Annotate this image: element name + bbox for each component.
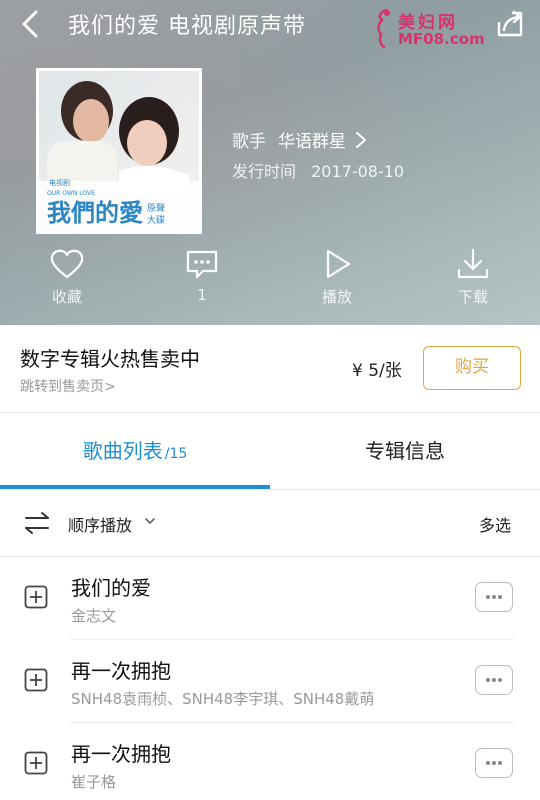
artist-label: 歌手	[232, 132, 266, 152]
cover-text-sub2: 大碟	[147, 214, 165, 226]
song-row[interactable]: 再一次拥抱 崔子格	[0, 723, 540, 800]
more-dot-icon	[498, 761, 502, 765]
release-info: 发行时间 2017-08-10	[232, 158, 404, 182]
tab-album-info-label: 专辑信息	[365, 439, 445, 463]
add-icon[interactable]	[24, 585, 48, 609]
play-icon	[326, 249, 351, 279]
album-cover-art: 电视剧 OUR OWN LOVE 我們的愛 原聲 大碟	[39, 71, 199, 231]
more-options-button[interactable]	[475, 665, 513, 695]
tab-song-list-label: 歌曲列表	[82, 439, 163, 463]
album-cover[interactable]: 电视剧 OUR OWN LOVE 我們的愛 原聲 大碟	[36, 68, 202, 234]
song-artist: 崔子格	[71, 773, 117, 791]
song-artist: SNH48袁雨桢、SNH48李宇琪、SNH48戴萌	[71, 690, 375, 708]
download-label: 下载	[457, 288, 488, 306]
more-dot-icon	[498, 678, 502, 682]
cover-text-sub1: 原聲	[147, 203, 165, 214]
add-icon[interactable]	[24, 668, 48, 692]
more-dot-icon	[486, 761, 490, 765]
artist-name: 华语群星	[278, 132, 346, 152]
song-count: /15	[164, 446, 188, 462]
comment-icon	[186, 250, 218, 279]
play-button[interactable]: 播放	[292, 248, 382, 318]
download-button[interactable]: 下载	[428, 248, 518, 318]
play-mode-selector[interactable]: 顺序播放	[68, 512, 132, 536]
comment-count: 1	[197, 286, 207, 304]
watermark-logo: 美妇网 MF08.com	[370, 6, 488, 50]
download-icon	[457, 248, 489, 279]
more-dot-icon	[486, 678, 490, 682]
release-date: 2017-08-10	[311, 162, 405, 181]
cover-text-small: 电视剧	[49, 178, 70, 187]
share-button[interactable]	[494, 8, 526, 40]
multi-select-button[interactable]: 多选	[479, 512, 511, 536]
watermark-text-bottom: MF08.com	[398, 30, 485, 48]
album-title: 我们的爱 电视剧原声带	[68, 14, 306, 39]
heart-icon	[50, 249, 84, 279]
tab-song-list[interactable]: 歌曲列表/15	[0, 413, 270, 490]
digital-album-promo: 数字专辑火热售卖中 跳转到售卖页> ¥ 5/张 购买	[0, 325, 540, 413]
playlist-toolbar: 顺序播放 多选	[0, 490, 540, 557]
sale-page-link[interactable]: 跳转到售卖页>	[20, 376, 116, 396]
more-options-button[interactable]	[475, 582, 513, 612]
song-artist: 金志文	[71, 607, 117, 625]
song-row[interactable]: 再一次拥抱 SNH48袁雨桢、SNH48李宇琪、SNH48戴萌	[0, 640, 540, 723]
favorite-button[interactable]: 收藏	[22, 248, 112, 318]
release-label: 发行时间	[232, 162, 297, 181]
comment-button[interactable]: 1	[157, 248, 247, 318]
song-title: 再一次拥抱	[71, 742, 171, 766]
more-dot-icon	[492, 761, 496, 765]
share-icon	[497, 10, 523, 37]
cover-text-en: OUR OWN LOVE	[47, 190, 95, 197]
more-dot-icon	[492, 595, 496, 599]
album-header: 我们的爱 电视剧原声带 美妇网 MF08.com 电视剧 OUR OWN LOV…	[0, 0, 540, 325]
song-title: 再一次拥抱	[71, 659, 171, 683]
album-tabs: 歌曲列表/15 专辑信息	[0, 413, 540, 490]
play-label: 播放	[321, 288, 352, 306]
promo-title: 数字专辑火热售卖中	[20, 347, 200, 371]
sequential-play-icon[interactable]	[24, 510, 50, 536]
more-options-button[interactable]	[475, 748, 513, 778]
more-dot-icon	[492, 678, 496, 682]
more-dot-icon	[498, 595, 502, 599]
chevron-down-icon[interactable]	[144, 517, 156, 525]
cover-text-main: 我們的愛	[47, 198, 143, 227]
favorite-label: 收藏	[51, 288, 82, 306]
back-button[interactable]	[14, 6, 50, 42]
back-arrow-icon	[22, 10, 38, 38]
artist-link[interactable]: 歌手 华语群星	[232, 127, 368, 152]
active-tab-indicator	[0, 485, 270, 489]
album-price: ¥ 5/张	[352, 361, 402, 381]
song-row[interactable]: 我们的爱 金志文	[0, 557, 540, 640]
watermark-figure-icon	[377, 8, 390, 48]
album-actions: 收藏 1 播放 下载	[0, 248, 540, 318]
more-dot-icon	[486, 595, 490, 599]
chevron-right-icon	[356, 131, 366, 148]
song-title: 我们的爱	[71, 576, 151, 600]
buy-button[interactable]: 购买	[423, 346, 521, 390]
tab-album-info[interactable]: 专辑信息	[270, 413, 540, 490]
add-icon[interactable]	[24, 751, 48, 775]
top-bar: 我们的爱 电视剧原声带 美妇网 MF08.com	[0, 0, 540, 48]
